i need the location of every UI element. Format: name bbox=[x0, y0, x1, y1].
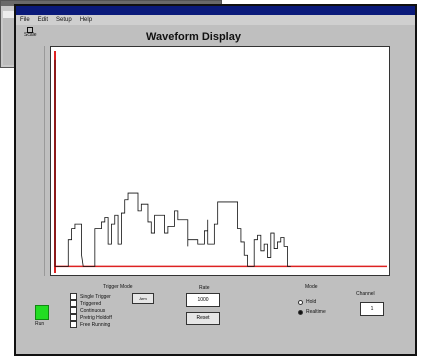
checkbox[interactable] bbox=[70, 300, 77, 307]
trigger-option-label: Continuous bbox=[80, 307, 106, 314]
checkbox[interactable] bbox=[70, 321, 77, 328]
trigger-option-pretrig[interactable]: Pretrig Holdoff bbox=[70, 314, 112, 321]
checkbox[interactable] bbox=[70, 307, 77, 314]
trigger-option-free[interactable]: Free Running bbox=[70, 321, 110, 328]
mode-option-label: Realtime bbox=[306, 309, 326, 315]
mode-option-hold[interactable]: Hold bbox=[298, 299, 316, 305]
trigger-option-single[interactable]: Single Trigger bbox=[70, 293, 111, 300]
waveform-svg bbox=[54, 51, 387, 273]
main-window: File Edit Setup Help Scale Waveform Disp… bbox=[14, 4, 417, 356]
rate-input[interactable]: 1000 bbox=[186, 293, 220, 307]
arm-button[interactable]: Arm bbox=[132, 293, 154, 304]
mode-label: Mode bbox=[305, 284, 318, 290]
display-title: Waveform Display bbox=[146, 31, 241, 43]
channel-input[interactable]: 1 bbox=[360, 302, 384, 316]
trigger-option-label: Single Trigger bbox=[80, 293, 111, 300]
vertical-axis bbox=[44, 46, 45, 276]
trigger-option-triggered[interactable]: Triggered bbox=[70, 300, 101, 307]
trigger-mode-title: Trigger Mode bbox=[103, 284, 133, 290]
radio-button[interactable] bbox=[298, 309, 303, 315]
window-titlebar[interactable] bbox=[16, 6, 415, 15]
waveform-plot[interactable] bbox=[50, 46, 390, 276]
checkbox[interactable] bbox=[70, 314, 77, 321]
trigger-option-label: Free Running bbox=[80, 321, 111, 328]
trigger-option-label: Triggered bbox=[80, 300, 102, 307]
channel-label: Channel bbox=[356, 291, 375, 297]
menu-edit[interactable]: Edit bbox=[38, 15, 48, 25]
radio-button[interactable] bbox=[298, 299, 303, 305]
mode-option-realtime[interactable]: Realtime bbox=[298, 309, 326, 315]
run-label: Run bbox=[35, 321, 45, 327]
menu-file[interactable]: File bbox=[20, 15, 30, 25]
reset-button[interactable]: Reset bbox=[186, 312, 220, 325]
mode-option-label: Hold bbox=[306, 299, 317, 305]
trigger-option-label: Pretrig Holdoff bbox=[80, 314, 112, 321]
rate-label: Rate bbox=[199, 285, 210, 291]
menu-setup[interactable]: Setup bbox=[56, 15, 72, 25]
checkbox[interactable] bbox=[70, 293, 77, 300]
menu-help[interactable]: Help bbox=[80, 15, 92, 25]
menu-bar: File Edit Setup Help bbox=[16, 15, 415, 25]
trigger-option-continuous[interactable]: Continuous bbox=[70, 307, 105, 314]
scale-label: Scale bbox=[24, 32, 37, 38]
waveform-trace bbox=[54, 59, 291, 267]
run-indicator[interactable] bbox=[35, 305, 49, 320]
